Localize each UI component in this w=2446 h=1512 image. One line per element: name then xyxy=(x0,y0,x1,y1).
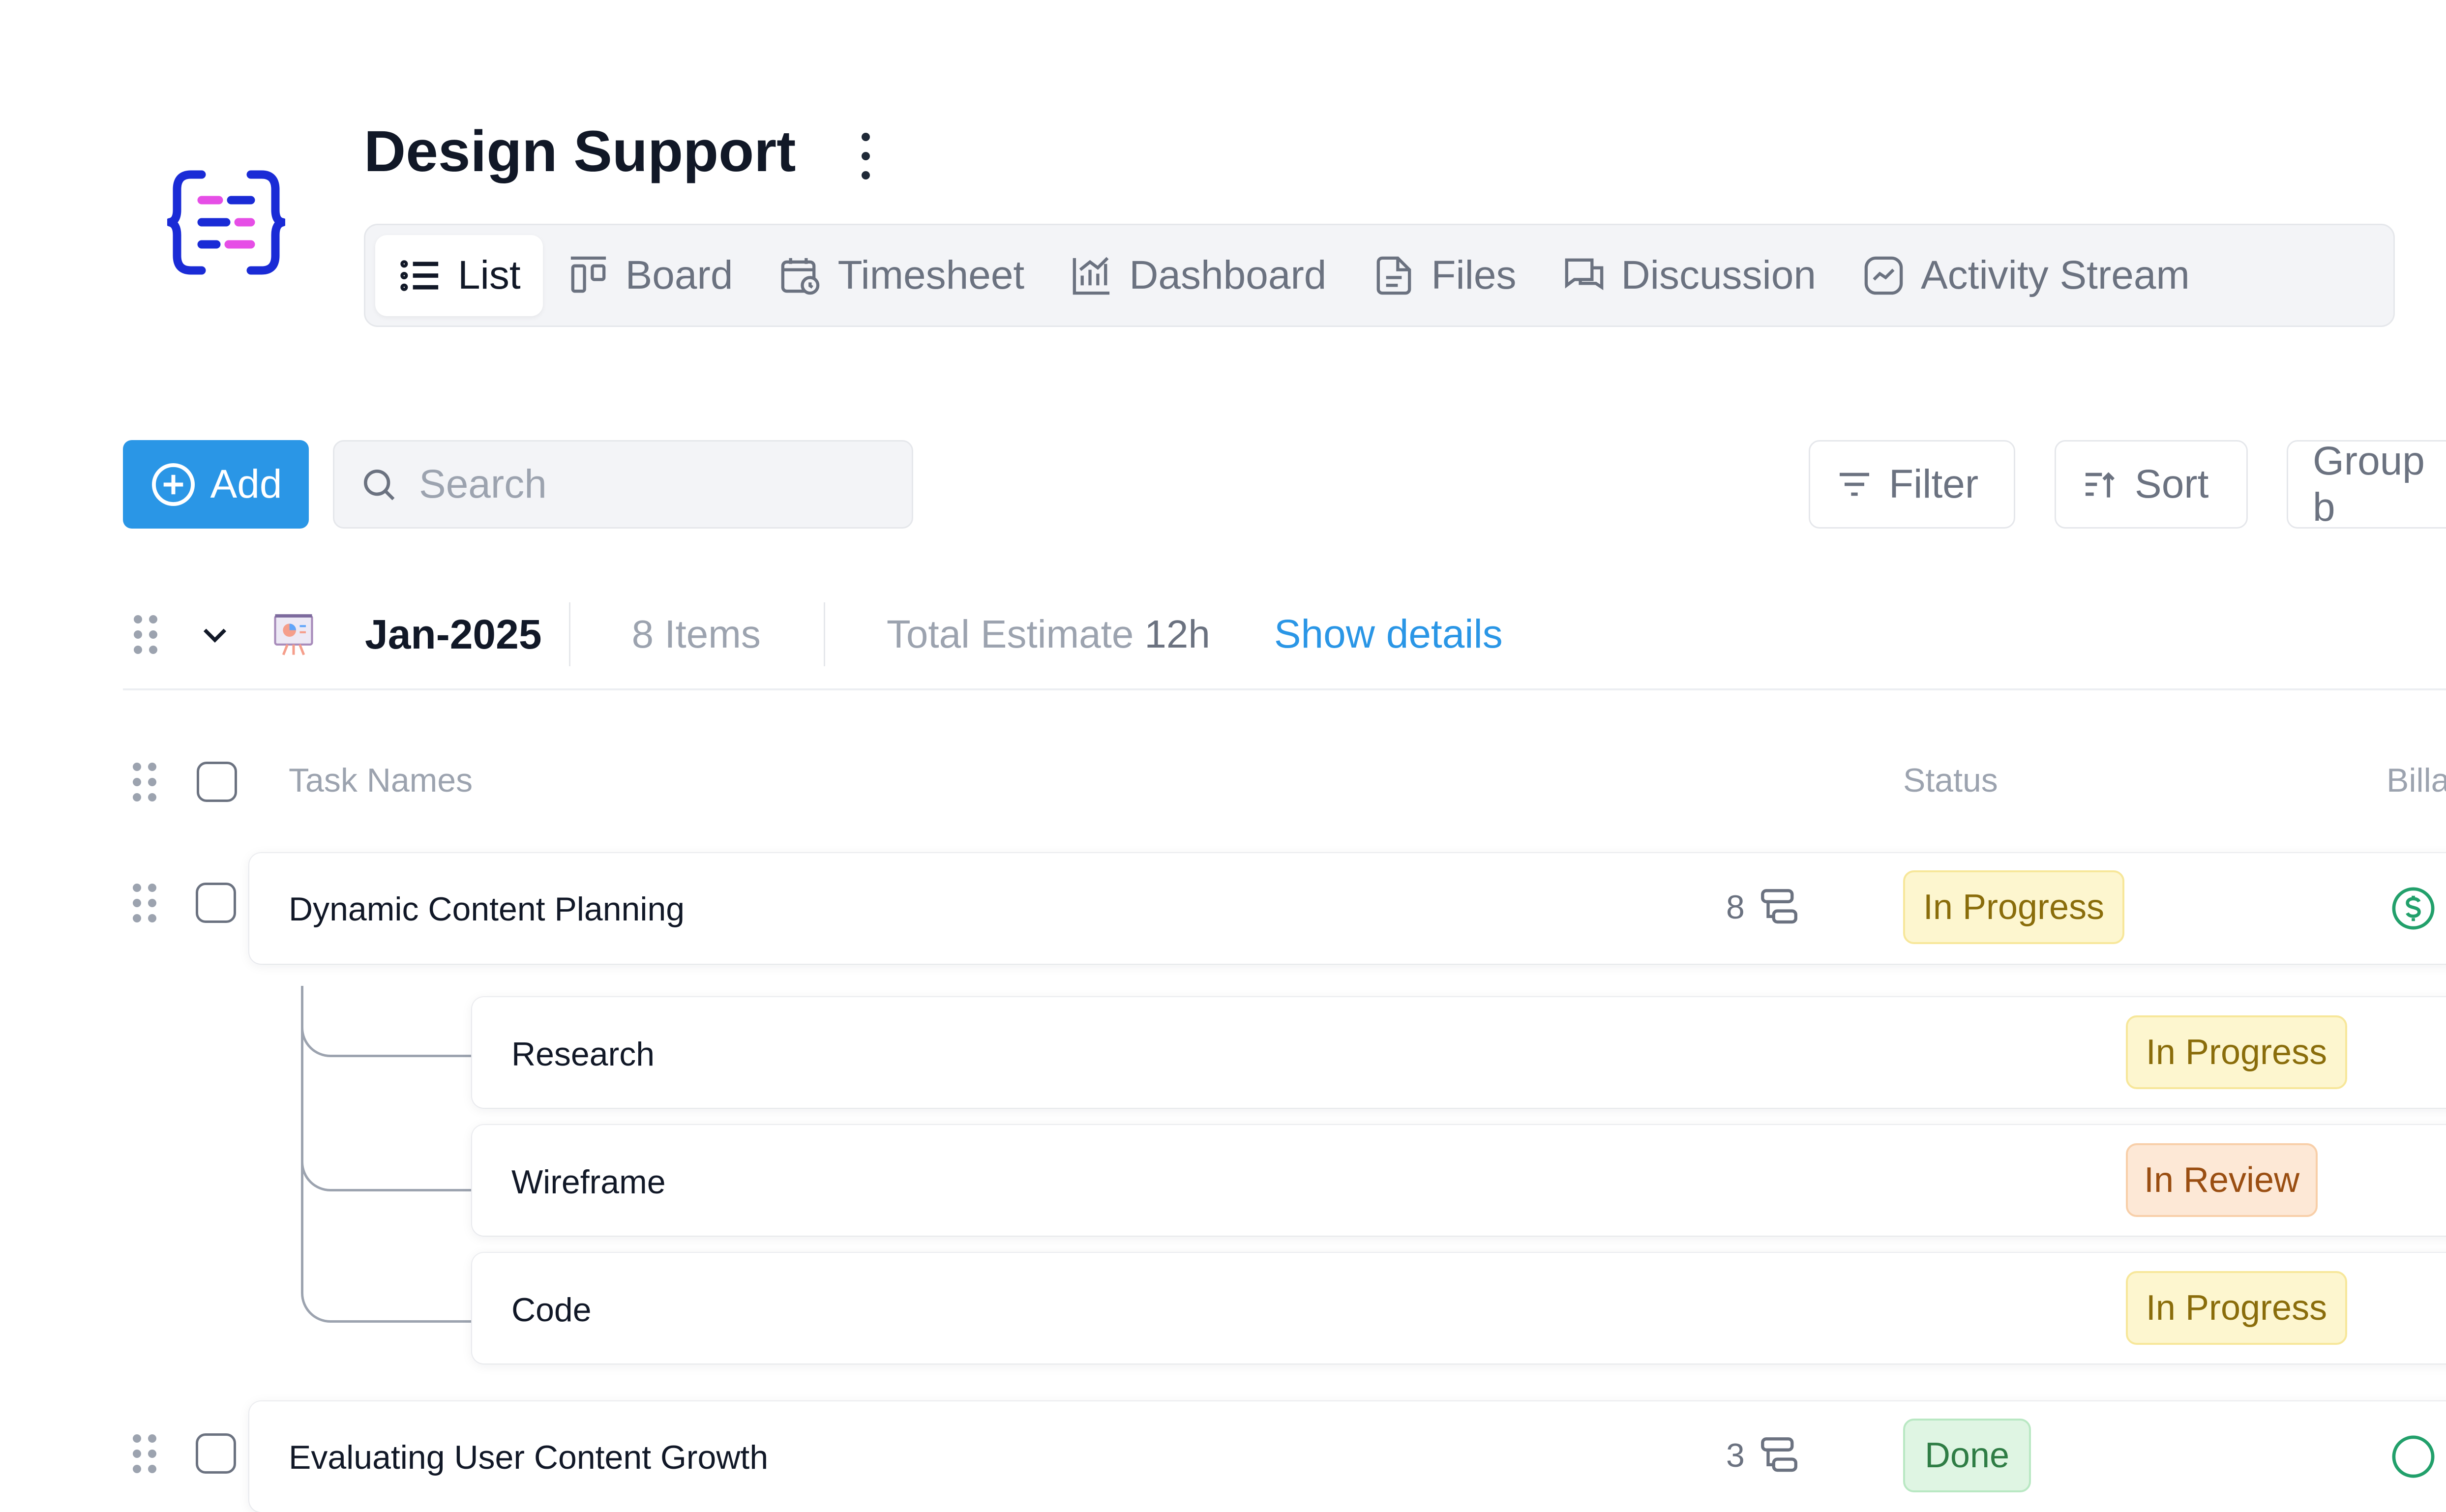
billable-dollar-icon[interactable] xyxy=(2390,885,2437,932)
search-icon xyxy=(364,470,395,501)
tab-label: Discussion xyxy=(1621,253,1816,297)
search-box xyxy=(333,440,913,529)
sort-label: Sort xyxy=(2135,462,2209,506)
billable-dollar-icon[interactable] xyxy=(2390,1433,2437,1480)
view-tabs: List Board Timesheet Dashboard Files Dis… xyxy=(364,224,2395,327)
select-all-checkbox[interactable] xyxy=(197,762,237,802)
row-controls xyxy=(133,883,236,923)
tab-files[interactable]: Files xyxy=(1348,235,1538,316)
tab-activity-stream[interactable]: Activity Stream xyxy=(1838,235,2212,316)
column-header-billable[interactable]: Billa xyxy=(2386,761,2446,800)
items-count: 8 Items xyxy=(631,612,761,656)
filter-icon xyxy=(1840,473,1869,496)
status-badge[interactable]: Done xyxy=(1903,1419,2031,1492)
show-details-link[interactable]: Show details xyxy=(1274,611,1503,657)
tab-label: Board xyxy=(625,253,733,297)
more-options-button[interactable] xyxy=(861,133,870,179)
tab-timesheet[interactable]: Timesheet xyxy=(755,235,1046,316)
group-header: Jan-2025 8 Items Total Estimate 12h Show… xyxy=(123,580,2446,690)
add-label: Add xyxy=(210,462,282,506)
estimate-value: 12h xyxy=(1144,612,1210,656)
chart-icon xyxy=(1073,257,1110,295)
tab-discussion[interactable]: Discussion xyxy=(1539,235,1838,316)
drag-handle-icon[interactable] xyxy=(134,615,157,654)
table-header xyxy=(133,757,2444,806)
subtask-name[interactable]: Research xyxy=(511,1035,655,1073)
board-icon xyxy=(570,256,606,293)
subtask-name[interactable]: Wireframe xyxy=(511,1163,666,1201)
status-badge[interactable]: In Review xyxy=(2126,1143,2318,1217)
tab-dashboard[interactable]: Dashboard xyxy=(1046,235,1348,316)
tab-label: Activity Stream xyxy=(1920,253,2190,297)
group-label: Group b xyxy=(2313,439,2425,530)
status-badge[interactable]: In Progress xyxy=(2126,1015,2347,1089)
sort-button[interactable]: Sort xyxy=(2055,440,2248,529)
drag-handle-icon[interactable] xyxy=(133,883,156,922)
subtasks-icon xyxy=(1760,889,1797,924)
plus-circle-icon xyxy=(151,463,195,506)
column-header-status[interactable]: Status xyxy=(1903,761,1998,800)
divider xyxy=(568,602,570,666)
tab-board[interactable]: Board xyxy=(543,235,755,316)
filter-button[interactable]: Filter xyxy=(1809,440,2015,529)
filter-label: Filter xyxy=(1889,462,1979,506)
task-checkbox[interactable] xyxy=(196,883,236,923)
chat-icon xyxy=(1565,258,1603,290)
calendar-clock-icon xyxy=(781,258,820,295)
task-name[interactable]: Dynamic Content Planning xyxy=(289,890,685,928)
chevron-down-icon[interactable] xyxy=(198,617,232,652)
page-title: Design Support xyxy=(364,119,796,184)
group-by-button[interactable]: Group b xyxy=(2287,439,2446,530)
tab-label: Dashboard xyxy=(1129,253,1327,297)
status-badge[interactable]: In Progress xyxy=(1903,870,2124,944)
tree-connector xyxy=(301,986,473,1323)
file-icon xyxy=(1377,256,1411,295)
subtask-name[interactable]: Code xyxy=(511,1291,592,1329)
project-logo xyxy=(165,170,287,275)
subtask-count: 3 xyxy=(1726,1437,1745,1474)
activity-icon xyxy=(1864,256,1903,295)
subtask-count: 8 xyxy=(1726,889,1745,926)
divider xyxy=(823,602,825,666)
column-header-task-names[interactable]: Task Names xyxy=(289,761,473,800)
subtask-indicator[interactable]: 8 xyxy=(1726,885,1801,929)
tab-label: List xyxy=(458,253,521,297)
search-input[interactable] xyxy=(418,461,863,508)
drag-handle-icon[interactable] xyxy=(133,762,156,801)
task-checkbox[interactable] xyxy=(196,1433,236,1474)
status-badge[interactable]: In Progress xyxy=(2126,1271,2347,1345)
task-name[interactable]: Evaluating User Content Growth xyxy=(289,1438,768,1477)
tab-label: Timesheet xyxy=(837,253,1025,297)
add-button[interactable]: Add xyxy=(123,440,309,529)
subtasks-icon xyxy=(1760,1437,1797,1472)
subtask-indicator[interactable]: 3 xyxy=(1726,1433,1801,1478)
presentation-board-icon xyxy=(274,614,313,655)
row-controls xyxy=(133,1433,236,1474)
drag-handle-icon[interactable] xyxy=(133,1434,156,1473)
tab-list[interactable]: List xyxy=(375,235,543,316)
brackets-logo-icon xyxy=(165,170,287,275)
group-name: Jan-2025 xyxy=(365,611,542,657)
sort-icon xyxy=(2086,472,2115,498)
estimate-label: Total Estimate xyxy=(886,612,1134,656)
tab-label: Files xyxy=(1431,253,1517,297)
list-icon xyxy=(400,260,439,291)
